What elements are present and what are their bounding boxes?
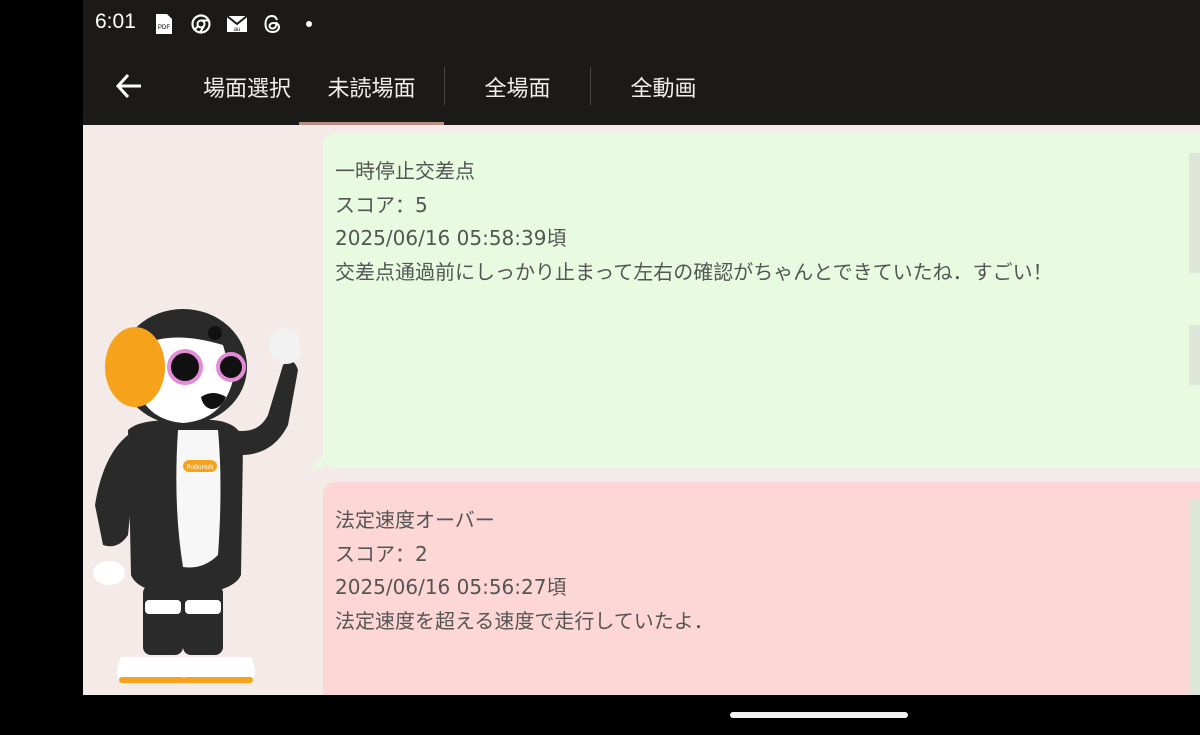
map-thumbnail-edge bbox=[1189, 500, 1200, 695]
dot-icon bbox=[298, 13, 320, 35]
scene-title: 法定速度オーバー bbox=[335, 508, 495, 532]
scene-message: 交差点通過前にしっかり止まって左右の確認がちゃんとできていたね．すごい！ bbox=[335, 259, 1053, 284]
scene-card[interactable]: 法定速度オーバー スコア：2 2025/06/16 05:56:27頃 法定速度… bbox=[323, 482, 1200, 695]
system-nav-bar bbox=[83, 695, 1200, 735]
threads-icon bbox=[262, 13, 284, 35]
map-thumbnail-edge bbox=[1189, 153, 1200, 273]
tab-all-scenes[interactable]: 全場面 bbox=[445, 48, 590, 125]
svg-text:PDF: PDF bbox=[158, 25, 170, 31]
scene-timestamp: 2025/06/16 05:58:39頃 bbox=[335, 226, 567, 250]
arrow-back-icon bbox=[115, 73, 141, 99]
scene-score: スコア：5 bbox=[335, 192, 428, 217]
status-bar: 6:01 PDF au bbox=[83, 0, 1200, 48]
robot-mascot: RoBoHoN bbox=[93, 309, 301, 683]
scene-message: 法定速度を超える速度で走行していたよ． bbox=[335, 608, 714, 633]
app-bar: 場面選択 未読場面 全場面 全動画 bbox=[83, 48, 1200, 125]
svg-text:au: au bbox=[234, 27, 241, 33]
scene-list[interactable]: RoBoHoN 一時停止交差点 スコア：5 2025/06/16 05:58:3… bbox=[83, 125, 1200, 695]
tab-scene-select[interactable]: 場面選択 bbox=[195, 48, 299, 125]
svg-text:RoBoHoN: RoBoHoN bbox=[186, 465, 213, 471]
scene-card[interactable]: 一時停止交差点 スコア：5 2025/06/16 05:58:39頃 交差点通過… bbox=[311, 133, 1200, 468]
tab-unread-scenes[interactable]: 未読場面 bbox=[299, 48, 444, 125]
app-screen: 6:01 PDF au 場面選択 未読場面 全場面 全動画 RoBoHoN 一時… bbox=[83, 0, 1200, 735]
tab-all-videos[interactable]: 全動画 bbox=[591, 48, 736, 125]
left-bezel bbox=[0, 0, 83, 735]
mail-icon: au bbox=[226, 13, 248, 35]
back-button[interactable] bbox=[107, 64, 151, 108]
pdf-icon: PDF bbox=[153, 13, 175, 35]
scene-score: スコア：2 bbox=[335, 541, 428, 566]
chrome-icon bbox=[190, 13, 212, 35]
scene-timestamp: 2025/06/16 05:56:27頃 bbox=[335, 575, 567, 599]
scene-title: 一時停止交差点 bbox=[335, 159, 475, 183]
map-thumbnail-edge bbox=[1189, 325, 1200, 385]
home-gesture-pill[interactable] bbox=[730, 712, 908, 718]
status-time: 6:01 bbox=[95, 10, 136, 33]
